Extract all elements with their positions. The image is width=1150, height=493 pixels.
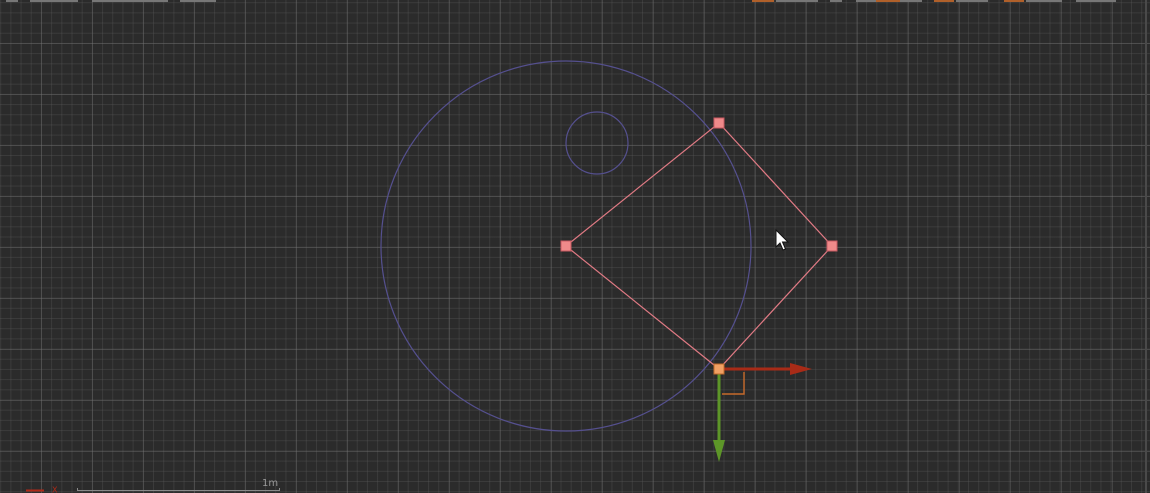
vertex-handle-left[interactable]: [560, 240, 572, 252]
viewport-2d[interactable]: X 1m: [0, 0, 1150, 493]
mouse-pointer-icon: [775, 228, 790, 251]
vertex-handle-bottom-selected[interactable]: [713, 363, 725, 375]
diamond-polygon-shape[interactable]: [565, 122, 833, 370]
gizmo-x-arrowhead[interactable]: [790, 363, 812, 375]
axis-indicator-label: X: [52, 486, 58, 493]
viewport-border-right: [1145, 0, 1147, 493]
scale-bar: [77, 488, 280, 491]
gizmo-plane-handle[interactable]: [722, 372, 745, 395]
small-circle-shape[interactable]: [565, 111, 629, 175]
gizmo-y-arrowhead[interactable]: [713, 440, 725, 462]
vertex-handle-right[interactable]: [826, 240, 838, 252]
axis-orientation-icon: X: [26, 486, 58, 493]
scene-canvas: [380, 60, 838, 462]
vertex-handle-top[interactable]: [713, 117, 725, 129]
scale-label: 1m: [262, 478, 279, 489]
move-gizmo-icon[interactable]: [713, 363, 812, 462]
